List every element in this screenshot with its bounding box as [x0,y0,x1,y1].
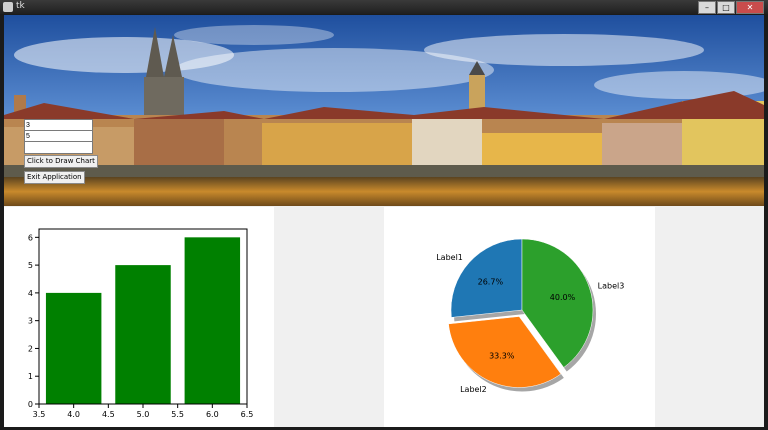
x-tick-label: 6.5 [241,410,254,419]
y-tick-label: 0 [28,400,33,409]
pie-category-label: Label2 [460,385,487,394]
y-tick-label: 4 [28,289,33,298]
window-client-area: Click to Draw Chart Exit Application 0 1 2… [4,15,764,427]
pie-chart-panel: 26.7% Label1 33.3% Label2 40.0% Label3 [384,207,655,427]
bar [115,265,171,404]
bar-chart: 0 1 2 3 4 5 6 3.5 4.0 4.5 5.0 5.5 6.0 6.5 [28,228,254,419]
title-bar: tk – □ ✕ [0,0,768,14]
x-tick-label: 5.0 [137,410,150,419]
city-banner-image [4,15,764,206]
app-icon [3,2,13,12]
pie-percent-label: 40.0% [550,293,576,302]
bar [184,237,241,404]
x-tick-label: 4.5 [102,410,115,419]
pie-category-label: Label1 [436,253,463,262]
bar-chart-panel: 0 1 2 3 4 5 6 3.5 4.0 4.5 5.0 5.5 6.0 6.5 [4,207,274,427]
pie-percent-label: 33.3% [489,351,515,360]
y-tick-label: 2 [28,344,33,353]
y-tick-label: 1 [28,372,33,381]
pie-chart: 26.7% Label1 33.3% Label2 40.0% Label3 [436,238,625,394]
window-title: tk [16,1,25,11]
x-tick-label: 6.0 [206,410,219,419]
y-tick-label: 5 [28,261,33,270]
x-tick-label: 4.0 [67,410,80,419]
maximize-icon[interactable]: □ [717,1,735,14]
close-icon[interactable]: ✕ [736,1,764,14]
y-tick-label: 6 [28,233,33,242]
x-tick-label: 3.5 [33,410,46,419]
window-controls: – □ ✕ [698,1,764,14]
bar [45,292,102,404]
value-entry-3[interactable] [24,141,93,154]
minimize-icon[interactable]: – [698,1,716,14]
draw-chart-button[interactable]: Click to Draw Chart [24,155,98,168]
exit-button[interactable]: Exit Application [24,171,85,184]
pie-category-label: Label3 [598,281,625,290]
x-tick-label: 5.5 [171,410,184,419]
pie-percent-label: 26.7% [478,277,504,286]
y-tick-label: 3 [28,317,33,326]
